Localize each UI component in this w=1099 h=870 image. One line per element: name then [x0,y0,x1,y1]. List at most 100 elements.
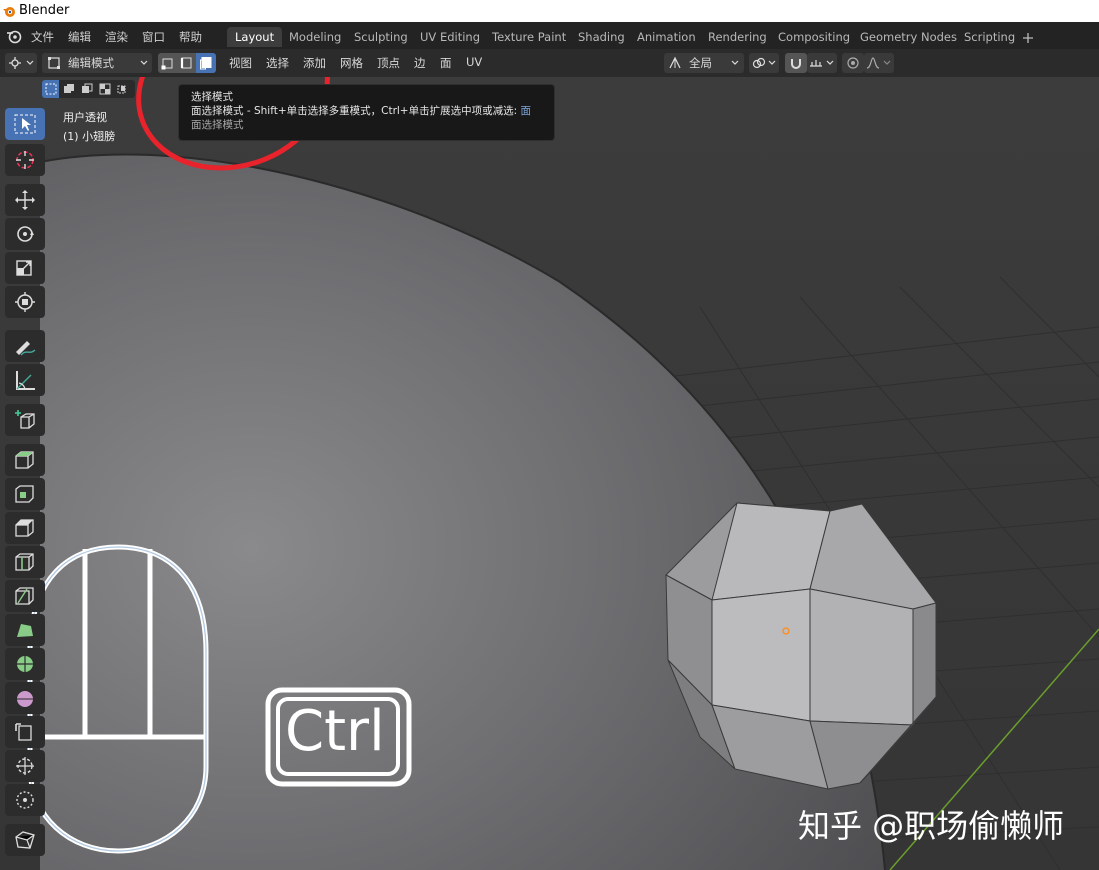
snap-toggle-button[interactable] [785,53,807,73]
menu-edit[interactable]: 编辑 [68,29,91,45]
loop-cut-icon [15,553,34,571]
extrude-icon [15,451,34,469]
tab-scripting[interactable]: Scripting [956,27,1023,47]
menu-vertex[interactable]: 顶点 [377,55,400,71]
shrink-fatten-icon [16,757,34,775]
tooltip-description: 面选择模式 - Shift+单击选择多重模式，Ctrl+单击扩展选中项或减选: … [191,104,542,118]
rip-region-tool[interactable] [5,824,45,856]
pivot-point-dropdown[interactable] [749,53,779,73]
menu-render[interactable]: 渲染 [105,29,128,45]
blender-logo-icon [3,7,15,17]
to-sphere-tool[interactable] [5,784,45,816]
3d-viewport[interactable]: Ctrl 用户透视 (1) 小翅膀 知乎 @职场偷懒师 [0,77,1099,870]
knife-tool[interactable] [5,580,45,612]
edge-select-button[interactable] [177,53,196,73]
inset-tool[interactable] [5,478,45,510]
select-new-icon [45,83,57,95]
view-name-label: 用户透视 [63,111,107,124]
editor-type-button[interactable] [5,53,37,73]
mode-dropdown[interactable]: 编辑模式 [42,53,152,73]
select-invert-button[interactable] [96,80,113,98]
tab-modeling[interactable]: Modeling [281,27,349,47]
blender-menu-icon[interactable] [6,28,22,44]
tab-uv-editing[interactable]: UV Editing [412,27,488,47]
select-subtract-button[interactable] [78,80,95,98]
face-select-button[interactable] [196,53,216,73]
cursor-select-icon [14,114,36,134]
select-new-button[interactable] [42,80,59,98]
add-cube-tool[interactable] [5,404,45,436]
viewport-scene [0,77,1099,870]
ctrl-key-label: Ctrl [285,699,385,764]
tab-layout[interactable]: Layout [227,27,283,47]
cursor-tool[interactable] [5,144,45,176]
add-cube-icon [15,410,35,429]
move-arrows-icon [15,190,35,210]
tab-compositing[interactable]: Compositing [770,27,858,47]
pencil-icon [16,341,36,356]
tab-geometry-nodes[interactable]: Geometry Nodes [852,27,965,47]
transform-tool[interactable] [5,286,45,318]
select-intersect-icon [117,85,126,94]
spin-icon [17,656,33,672]
menu-face[interactable]: 面 [440,55,452,71]
menu-add[interactable]: 添加 [303,55,326,71]
object-name-label: (1) 小翅膀 [63,130,116,143]
spin-tool[interactable] [5,648,45,680]
annotate-tool[interactable] [5,330,45,362]
menu-uv[interactable]: UV [466,55,482,69]
watermark-text: 知乎 @职场偷懒师 [798,807,1065,845]
menu-help[interactable]: 帮助 [179,29,202,45]
chevron-down-icon [26,60,34,65]
tab-sculpting[interactable]: Sculpting [346,27,416,47]
tab-rendering[interactable]: Rendering [700,27,775,47]
vertex-select-icon [161,58,173,70]
snap-target-dropdown[interactable] [807,53,837,73]
shear-tool[interactable] [5,716,45,748]
bevel-tool[interactable] [5,512,45,544]
tooltip-title: 选择模式 [191,91,233,103]
select-intersect-button[interactable] [114,80,131,98]
tab-animation[interactable]: Animation [629,27,704,47]
loop-cut-tool[interactable] [5,546,45,578]
viewport-header: 编辑模式 视图 选择 添加 网格 顶点 边 面 UV 全局 [0,49,1099,77]
orientation-label: 全局 [689,56,712,70]
select-subtract-icon [82,83,93,93]
chevron-down-icon [140,60,148,65]
add-workspace-icon[interactable] [1022,32,1034,44]
poly-build-tool[interactable] [5,614,45,646]
ruler-icon [16,371,35,390]
menu-edge[interactable]: 边 [414,55,426,71]
tab-shading[interactable]: Shading [570,27,633,47]
falloff-dropdown[interactable] [864,53,894,73]
menu-window[interactable]: 窗口 [142,29,165,45]
tooltip-subtitle: 面选择模式 [191,119,244,131]
edge-select-icon [180,57,192,69]
select-extend-icon [64,84,74,93]
tab-texture-paint[interactable]: Texture Paint [484,27,574,47]
menu-view[interactable]: 视图 [229,55,252,71]
menu-mesh[interactable]: 网格 [340,55,363,71]
poly-build-icon [17,624,33,637]
vertex-select-button[interactable] [158,53,177,73]
select-box-tool[interactable] [5,108,45,140]
shear-icon [15,723,32,741]
menu-file[interactable]: 文件 [31,29,54,45]
top-bar: 文件 编辑 渲染 窗口 帮助 Layout Modeling Sculpting… [0,22,1099,49]
tool-shelf [0,108,50,870]
shrink-fatten-tool[interactable] [5,750,45,782]
scale-tool[interactable] [5,252,45,284]
select-extend-button[interactable] [60,80,77,98]
crosshair-icon [16,151,34,169]
edit-mode-icon [48,57,60,69]
tooltip-description-tail: 面 [520,105,532,117]
smooth-tool[interactable] [5,682,45,714]
menu-select[interactable]: 选择 [266,55,289,71]
move-tool[interactable] [5,184,45,216]
proportional-edit-button[interactable] [842,53,864,73]
transform-orientation-dropdown[interactable]: 全局 [664,53,744,73]
rotate-tool[interactable] [5,218,45,250]
extrude-tool[interactable] [5,444,45,476]
measure-tool[interactable] [5,364,45,396]
editor-type-icon [9,57,21,69]
